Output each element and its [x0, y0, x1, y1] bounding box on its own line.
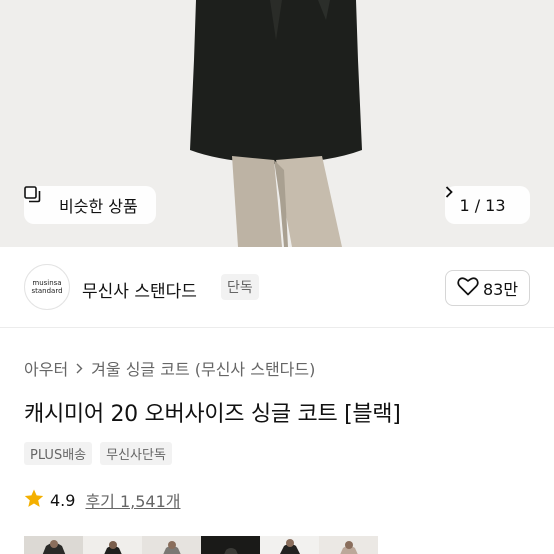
- star-icon: [24, 489, 44, 512]
- thumbnail[interactable]: [142, 536, 201, 554]
- thumbnail[interactable]: [319, 536, 378, 554]
- brand-logo-line2: standard: [31, 287, 63, 295]
- breadcrumb-category[interactable]: 아우터: [24, 356, 68, 380]
- section-divider: [0, 327, 554, 328]
- thumbnail[interactable]: [260, 536, 319, 554]
- rating-score: 4.9: [50, 490, 76, 510]
- brand-row: musinsa standard 무신사 스탠다드 단독 83만: [0, 262, 554, 314]
- breadcrumb-subcategory[interactable]: 겨울 싱글 코트 (무신사 스탠다드): [91, 356, 315, 380]
- image-counter-button[interactable]: 1 / 13: [445, 186, 530, 224]
- exclusive-badge: 단독: [221, 274, 259, 300]
- tag-plus-delivery: PLUS배송: [24, 442, 93, 465]
- thumbnail[interactable]: [24, 536, 83, 554]
- brand-logo-line1: musinsa: [32, 279, 62, 287]
- tag-musinsa-exclusive: 무신사단독: [100, 442, 172, 465]
- like-count: 83만: [482, 280, 519, 299]
- thumbnail-strip: [24, 536, 378, 554]
- brand-name[interactable]: 무신사 스탠다드: [82, 277, 197, 302]
- heart-icon: [457, 276, 479, 300]
- image-counter: 1 / 13: [459, 195, 506, 215]
- thumbnail[interactable]: [83, 536, 142, 554]
- reviews-link[interactable]: 후기 1,541개: [85, 488, 180, 512]
- thumbnail[interactable]: [201, 536, 260, 554]
- similar-products-button[interactable]: 비슷한 상품: [24, 186, 156, 224]
- product-tags: PLUS배송 무신사단독: [24, 442, 172, 465]
- rating-row: 4.9 후기 1,541개: [24, 488, 181, 512]
- breadcrumb: 아우터 겨울 싱글 코트 (무신사 스탠다드): [24, 356, 315, 380]
- product-title: 캐시미어 20 오버사이즈 싱글 코트 [블랙]: [24, 402, 401, 427]
- product-image-carousel[interactable]: 비슷한 상품 1 / 13: [0, 0, 554, 247]
- chevron-right-icon: [76, 359, 83, 378]
- similar-items-icon: [24, 186, 52, 214]
- like-button[interactable]: 83만: [445, 270, 530, 306]
- similar-products-label: 비슷한 상품: [59, 197, 138, 216]
- brand-logo[interactable]: musinsa standard: [24, 264, 70, 310]
